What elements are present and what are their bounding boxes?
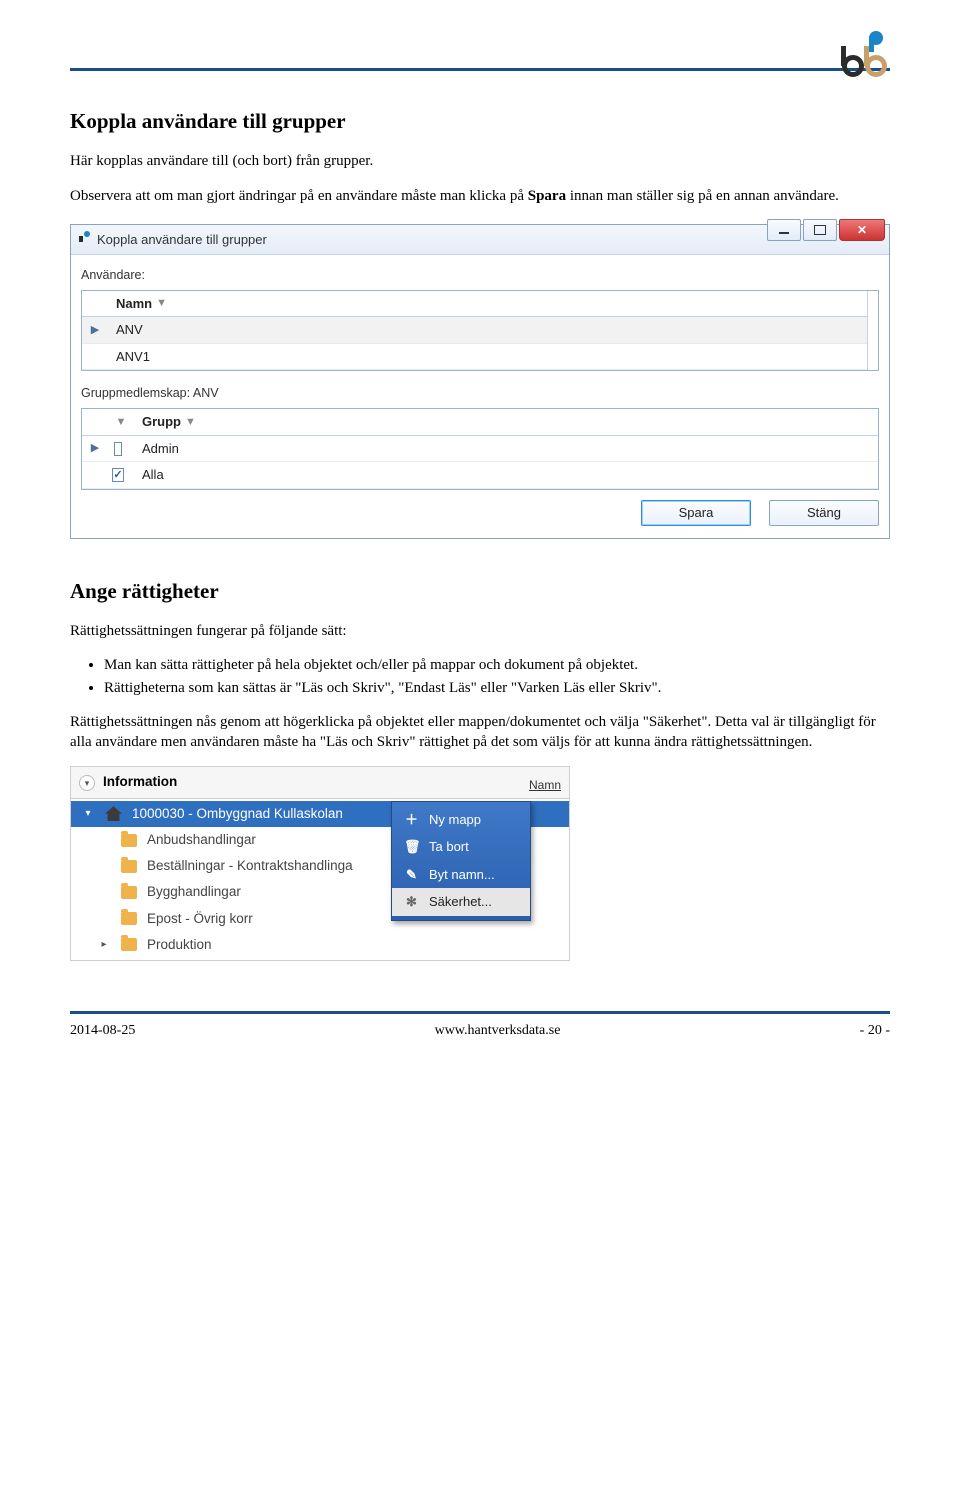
bullet-item: Rättigheterna som kan sättas är "Läs och… [104, 678, 890, 698]
logo [836, 28, 890, 84]
user-row[interactable]: ANV1 [82, 344, 867, 371]
footer-page: - 20 - [860, 1022, 890, 1041]
section1-intro: Här kopplas användare till (och bort) fr… [70, 151, 890, 171]
footer-url: www.hantverksdata.se [435, 1022, 561, 1041]
label-groups-value: ANV [193, 386, 219, 400]
bullet-item: Man kan sätta rättigheter på hela objekt… [104, 655, 890, 675]
plus-icon: ＋ [404, 811, 419, 829]
filter-icon[interactable]: ▼ [116, 415, 127, 430]
notice-post: innan man ställer sig på en annan använd… [566, 188, 839, 204]
label-anvandare: Användare: [81, 267, 879, 284]
ctx-label: Byt namn... [429, 866, 495, 884]
save-button[interactable]: Spara [641, 500, 751, 526]
col-header-grupp[interactable]: Grupp ▼ [134, 409, 204, 435]
tree-item-label: Produktion [147, 936, 212, 954]
section-heading-1: Koppla användare till grupper [70, 107, 890, 135]
group-row[interactable]: Alla [82, 462, 878, 489]
user-cell: ANV1 [108, 344, 867, 370]
row-caret-icon: ▶ [82, 441, 108, 456]
window-maximize-button[interactable] [803, 219, 837, 241]
tree-view: Namn ▾ 1000030 - Ombyggnad Kullaskolan A… [70, 799, 570, 961]
ctx-security[interactable]: ✻ Säkerhet... [392, 888, 530, 916]
window-title: Koppla användare till grupper [97, 231, 267, 249]
close-button[interactable]: Stäng [769, 500, 879, 526]
section2-para2: Rättighetssättningen nås genom att höger… [70, 712, 890, 753]
group-checkbox[interactable] [112, 468, 123, 482]
notice-pre: Observera att om man gjort ändringar på … [70, 188, 528, 204]
group-row[interactable]: ▶ Admin [82, 436, 878, 463]
users-grid: Namn ▼ ▶ ANV ANV1 [81, 290, 879, 372]
col-header-namn[interactable]: Namn ▼ [108, 291, 175, 317]
panel-title: Information [103, 773, 177, 791]
window-minimize-button[interactable] [767, 219, 801, 241]
scrollbar[interactable] [867, 291, 878, 371]
label-gruppmedlemskap: Gruppmedlemskap: ANV [81, 385, 879, 402]
home-icon [105, 806, 122, 821]
column-hint: Namn [529, 777, 561, 793]
window-titlebar: Koppla användare till grupper [71, 225, 889, 255]
caret-down-icon: ▾ [81, 807, 95, 821]
col-grupp-text: Grupp [142, 413, 181, 431]
dialog-screenshot: Koppla användare till grupper Användare:… [70, 224, 890, 539]
filter-icon[interactable]: ▼ [185, 415, 196, 430]
ctx-label: Säkerhet... [429, 893, 492, 911]
ctx-new-folder[interactable]: ＋ Ny mapp [392, 806, 530, 834]
caret-right-icon: ▸ [97, 938, 111, 952]
user-cell: ANV [108, 317, 867, 343]
page-footer: 2014-08-25 www.hantverksdata.se - 20 - [70, 1011, 890, 1041]
filter-icon[interactable]: ▼ [156, 296, 167, 311]
folder-icon [121, 860, 137, 873]
tree-item-label: Epost - Övrig korr [147, 910, 253, 928]
chevron-down-icon: ▾ [79, 775, 95, 791]
gear-icon: ✻ [404, 893, 419, 911]
ctx-label: Ny mapp [429, 811, 481, 829]
section2-intro: Rättighetssättningen fungerar på följand… [70, 621, 890, 641]
ctx-rename[interactable]: ✎ Byt namn... [392, 861, 530, 889]
user-row[interactable]: ▶ ANV [82, 317, 867, 344]
label-groups-prefix: Gruppmedlemskap: [81, 386, 193, 400]
folder-icon [121, 886, 137, 899]
notice-bold: Spara [528, 188, 566, 204]
folder-icon [121, 912, 137, 925]
col-namn-text: Namn [116, 295, 152, 313]
tree-item-label: Bygghandlingar [147, 883, 241, 901]
group-checkbox[interactable] [114, 442, 122, 456]
window-app-icon [77, 230, 91, 249]
panel-header[interactable]: ▾ Information [70, 766, 570, 798]
tree-root-label: 1000030 - Ombyggnad Kullaskolan [132, 805, 343, 823]
tree-screenshot: ▾ Information Namn ▾ 1000030 - Ombyggnad… [70, 766, 570, 961]
groups-grid: ▼ Grupp ▼ ▶ Admin Alla [81, 408, 879, 490]
tree-item-label: Anbudshandlingar [147, 831, 256, 849]
window-close-button[interactable] [839, 219, 885, 241]
trash-icon: 🗑 [404, 838, 419, 856]
tree-item[interactable]: ▸ Produktion [71, 932, 569, 958]
group-cell: Alla [134, 462, 878, 488]
ctx-label: Ta bort [429, 838, 469, 856]
pen-icon: ✎ [404, 866, 419, 884]
folder-icon [121, 834, 137, 847]
group-cell: Admin [134, 436, 878, 462]
row-caret-icon: ▶ [82, 323, 108, 338]
tree-item-label: Beställningar - Kontraktshandlinga [147, 857, 353, 875]
section2-bullets: Man kan sätta rättigheter på hela objekt… [104, 655, 890, 698]
header-rule [70, 68, 890, 71]
section-heading-2: Ange rättigheter [70, 577, 890, 605]
section1-notice: Observera att om man gjort ändringar på … [70, 186, 890, 206]
ctx-delete[interactable]: 🗑 Ta bort [392, 833, 530, 861]
context-menu: ＋ Ny mapp 🗑 Ta bort ✎ Byt namn... ✻ Säke… [391, 801, 531, 921]
footer-date: 2014-08-25 [70, 1022, 135, 1041]
folder-icon [121, 938, 137, 951]
